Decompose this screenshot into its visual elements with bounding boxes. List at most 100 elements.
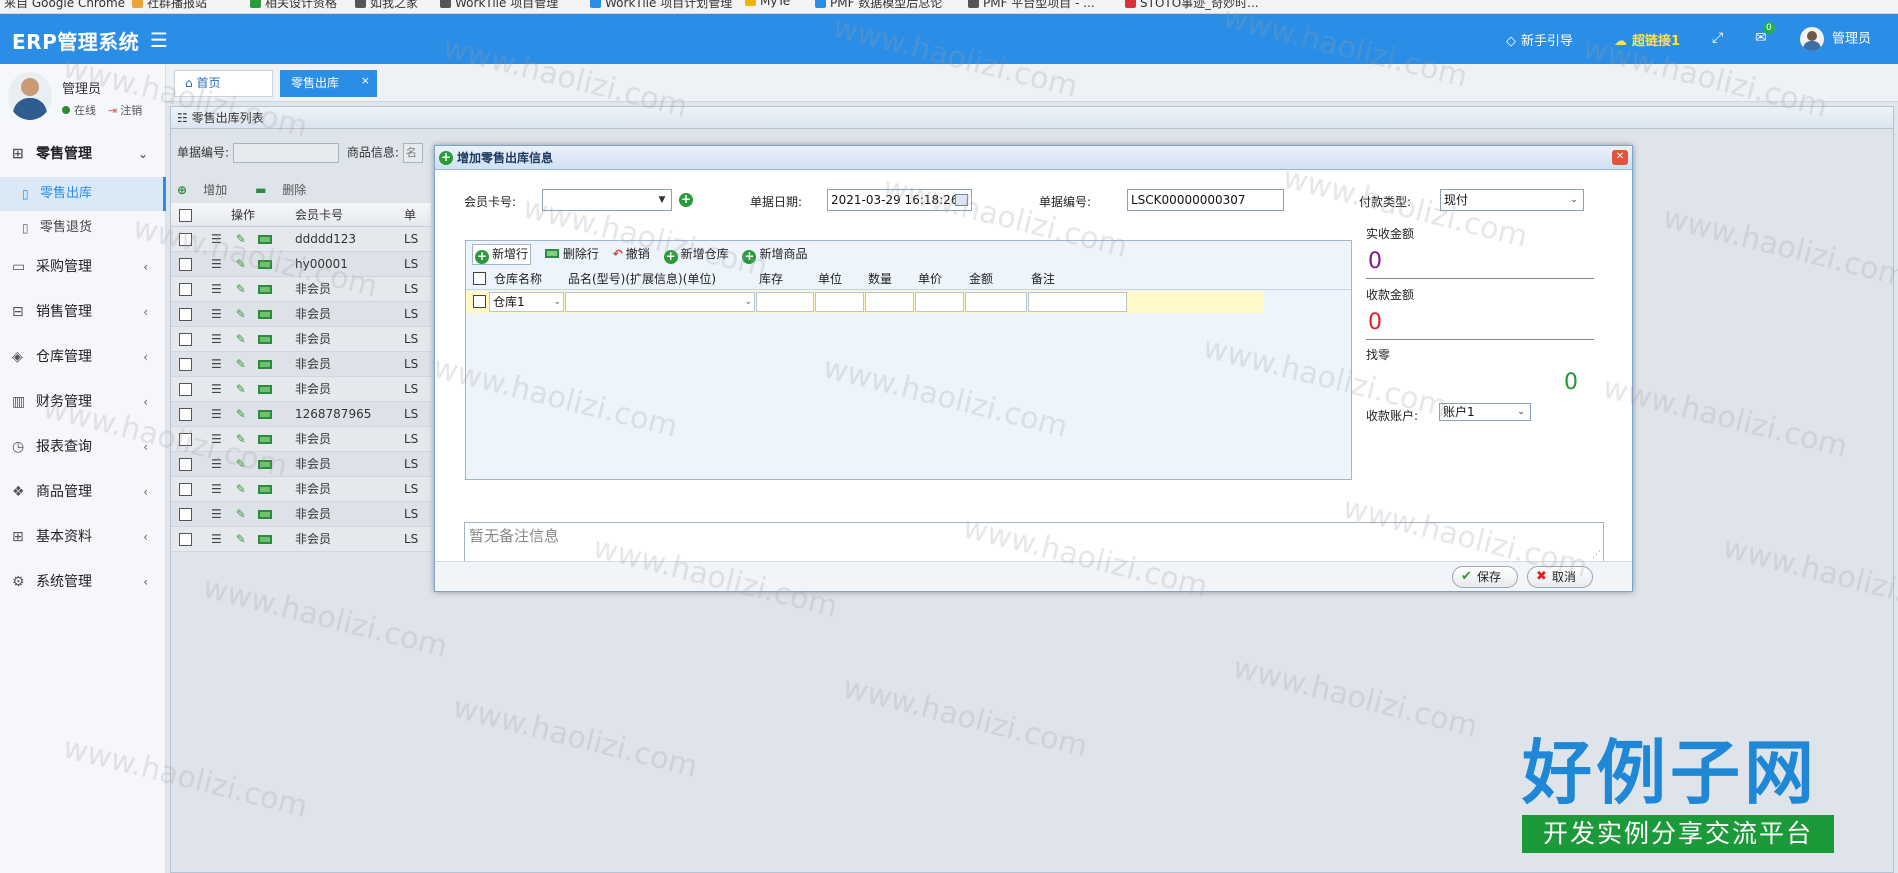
nav-group-reports[interactable]: ◷ 报表查询 ‹ — [0, 425, 166, 470]
row-checkbox[interactable] — [179, 333, 192, 346]
nav-group-system[interactable]: ⚙ 系统管理 ‹ — [0, 560, 166, 605]
delete-icon[interactable] — [257, 435, 272, 444]
bookmark-item[interactable]: PMF 数据模型后总论 — [815, 0, 942, 11]
delete-row-button[interactable]: 删除行 — [544, 241, 599, 267]
list-detail-icon[interactable]: ☰ — [211, 507, 222, 521]
edit-pencil-icon[interactable]: ✎ — [236, 457, 246, 471]
select-all-checkbox[interactable] — [473, 272, 486, 285]
amount-cell[interactable] — [965, 292, 1027, 312]
fullscreen-icon[interactable]: ⤢ — [1712, 30, 1723, 46]
user-menu[interactable]: 管理员 — [1800, 27, 1871, 51]
bookmark-item[interactable]: 如我之家 — [355, 0, 418, 11]
guide-link[interactable]: ◇ 新手引导 — [1506, 30, 1573, 49]
row-checkbox[interactable] — [179, 258, 192, 271]
table-row[interactable]: ☰ ✎ 非会员 LS — [171, 502, 431, 527]
mail-icon[interactable]: ✉ 0 — [1755, 22, 1775, 46]
delete-icon[interactable] — [257, 385, 272, 394]
note-cell[interactable] — [1028, 292, 1127, 312]
goods-search-input[interactable]: 名 — [402, 143, 423, 163]
edit-pencil-icon[interactable]: ✎ — [236, 407, 246, 421]
row-checkbox[interactable] — [179, 458, 192, 471]
delete-icon[interactable] — [257, 310, 272, 319]
row-checkbox[interactable] — [473, 295, 486, 308]
table-row[interactable]: ☰ ✎ 非会员 LS — [171, 452, 431, 477]
nav-group-retail[interactable]: ⊞ 零售管理 ⌄ — [0, 132, 166, 177]
nav-group-sales[interactable]: ⊟ 销售管理 ‹ — [0, 290, 166, 335]
payment-type-select[interactable]: 现付 ⌄ — [1440, 189, 1584, 211]
edit-pencil-icon[interactable]: ✎ — [236, 432, 246, 446]
table-row[interactable]: ☰ ✎ ddddd123 LS — [171, 227, 431, 252]
stock-cell[interactable] — [756, 292, 814, 312]
member-card-select[interactable]: ▼ — [542, 189, 672, 211]
list-detail-icon[interactable]: ☰ — [211, 382, 222, 396]
row-checkbox[interactable] — [179, 283, 192, 296]
list-detail-icon[interactable]: ☰ — [211, 332, 222, 346]
list-detail-icon[interactable]: ☰ — [211, 232, 222, 246]
edit-pencil-icon[interactable]: ✎ — [236, 257, 246, 271]
cancel-button[interactable]: ✖ 取消 — [1527, 566, 1593, 588]
nav-group-basic[interactable]: ⊞ 基本资料 ‹ — [0, 515, 166, 560]
edit-pencil-icon[interactable]: ✎ — [236, 357, 246, 371]
bill-number-search-input[interactable] — [233, 143, 340, 163]
edit-pencil-icon[interactable]: ✎ — [236, 332, 246, 346]
tab-retail-out[interactable]: 零售出库 × — [280, 70, 377, 97]
bookmark-item[interactable]: PMF 平台型项目 - ... — [968, 0, 1095, 11]
row-checkbox[interactable] — [179, 408, 192, 421]
edit-pencil-icon[interactable]: ✎ — [236, 482, 246, 496]
delete-icon[interactable] — [257, 235, 272, 244]
resize-grip-icon[interactable]: ⋰ — [1592, 550, 1601, 560]
logout-link[interactable]: ⇥ 注销 — [108, 102, 142, 118]
remarks-textarea[interactable]: 暂无备注信息 ⋰ — [464, 522, 1604, 562]
add-member-icon[interactable]: + — [679, 193, 693, 207]
row-checkbox[interactable] — [179, 433, 192, 446]
menu-toggle-icon[interactable]: ☰ — [150, 28, 168, 52]
table-row[interactable]: ☰ ✎ 非会员 LS — [171, 277, 431, 302]
edit-pencil-icon[interactable]: ✎ — [236, 507, 246, 521]
goods-select[interactable]: ⌄ — [565, 292, 755, 312]
table-row[interactable]: ☰ ✎ 非会员 LS — [171, 427, 431, 452]
delete-icon[interactable] — [257, 285, 272, 294]
nav-group-warehouse[interactable]: ◈ 仓库管理 ‹ — [0, 335, 166, 380]
delete-icon[interactable] — [257, 360, 272, 369]
row-checkbox[interactable] — [179, 233, 192, 246]
close-icon[interactable]: ✕ — [1612, 150, 1628, 165]
delete-icon[interactable] — [257, 510, 272, 519]
table-row[interactable]: ☰ ✎ hy00001 LS — [171, 252, 431, 277]
table-row[interactable]: ☰ ✎ 非会员 LS — [171, 527, 431, 552]
edit-pencil-icon[interactable]: ✎ — [236, 382, 246, 396]
list-detail-icon[interactable]: ☰ — [211, 407, 222, 421]
table-row[interactable]: ☰ ✎ 非会员 LS — [171, 352, 431, 377]
list-detail-icon[interactable]: ☰ — [211, 457, 222, 471]
add-row-button[interactable]: + 新增行 — [472, 244, 532, 265]
bookmark-item[interactable]: 来自 Google Chrome — [4, 0, 125, 11]
nav-group-goods[interactable]: ❖ 商品管理 ‹ — [0, 470, 166, 515]
collected-amount[interactable]: 0 — [1366, 310, 1594, 340]
bookmark-item[interactable]: 相关设计资格 — [250, 0, 337, 11]
row-checkbox[interactable] — [179, 358, 192, 371]
sidebar-item-retail-return[interactable]: ▯ 零售退货 — [0, 211, 166, 245]
nav-group-finance[interactable]: ▥ 财务管理 ‹ — [0, 380, 166, 425]
delete-icon[interactable] — [257, 485, 272, 494]
list-detail-icon[interactable]: ☰ — [211, 357, 222, 371]
bookmark-item[interactable]: STOTO事迹_奇妙时... — [1125, 0, 1259, 11]
row-checkbox[interactable] — [179, 508, 192, 521]
close-tab-icon[interactable]: × — [361, 68, 370, 93]
quantity-cell[interactable] — [865, 292, 914, 312]
warehouse-select[interactable]: 仓库1 ⌄ — [489, 292, 564, 312]
bookmark-item[interactable]: WorkTile 项目计划管理 — [590, 0, 732, 11]
edit-pencil-icon[interactable]: ✎ — [236, 232, 246, 246]
list-detail-icon[interactable]: ☰ — [211, 282, 222, 296]
bookmark-item[interactable]: 社群播报站 — [132, 0, 207, 11]
delete-icon[interactable] — [257, 410, 272, 419]
table-row[interactable]: ☰ ✎ 非会员 LS — [171, 477, 431, 502]
tab-home[interactable]: ⌂ 首页 — [174, 70, 273, 97]
row-checkbox[interactable] — [179, 483, 192, 496]
save-button[interactable]: ✔ 保存 — [1452, 566, 1518, 588]
bill-date-field[interactable]: 2021-03-29 16:18:26 — [827, 189, 972, 211]
unit-cell[interactable] — [815, 292, 864, 312]
account-select[interactable]: 账户1 ⌄ — [1439, 403, 1531, 421]
delete-icon[interactable] — [257, 260, 272, 269]
nav-group-purchase[interactable]: ▭ 采购管理 ‹ — [0, 245, 166, 290]
row-checkbox[interactable] — [179, 533, 192, 546]
delete-icon[interactable] — [257, 335, 272, 344]
